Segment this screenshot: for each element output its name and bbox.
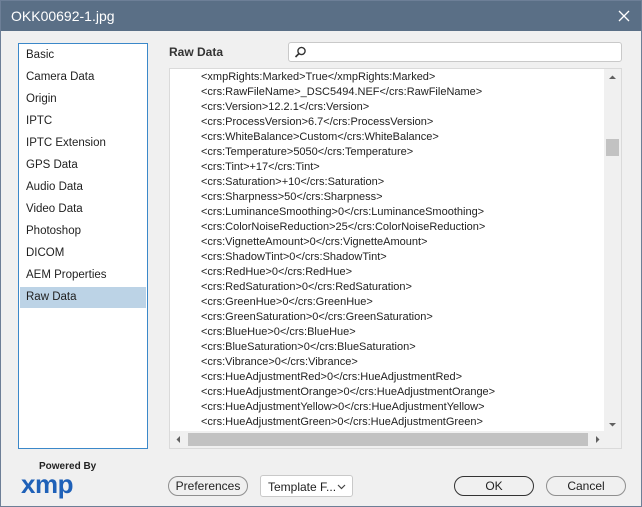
dialog-window: OKK00692-1.jpg Basic Camera Data Origin IPT… xyxy=(0,0,642,507)
raw-data-line: <crs:WhiteBalance>Custom</crs:WhiteBalan… xyxy=(201,131,439,143)
sidebar-item-video-data[interactable]: Video Data xyxy=(20,199,146,220)
raw-data-view[interactable]: <xmpRights:Marked>True</xmpRights:Marked… xyxy=(169,68,622,449)
preferences-button[interactable]: Preferences xyxy=(168,476,248,496)
scroll-left-icon xyxy=(176,436,180,443)
raw-data-line: <crs:RedHue>0</crs:RedHue> xyxy=(201,266,353,278)
ok-button[interactable]: OK xyxy=(454,476,534,496)
close-icon xyxy=(618,10,630,22)
raw-data-line: <crs:HueAdjustmentYellow>0</crs:HueAdjus… xyxy=(201,401,485,413)
raw-data-line: <crs:Version>12.2.1</crs:Version> xyxy=(201,101,370,113)
horizontal-scroll-thumb[interactable] xyxy=(188,433,588,446)
raw-data-line: <crs:RawFileName>_DSC5494.NEF</crs:RawFi… xyxy=(201,86,483,98)
raw-data-line: <crs:Vibrance>0</crs:Vibrance> xyxy=(201,356,358,368)
raw-data-line: <crs:Saturation>+10</crs:Saturation> xyxy=(201,176,385,188)
cancel-button[interactable]: Cancel xyxy=(546,476,626,496)
horizontal-scrollbar[interactable] xyxy=(170,431,606,448)
raw-data-line: <crs:ShadowTint>0</crs:ShadowTint> xyxy=(201,251,387,263)
xmp-logo: Powered By xmp xyxy=(21,461,96,499)
raw-data-line: <crs:HueAdjustmentGreen>0</crs:HueAdjust… xyxy=(201,416,483,428)
search-input[interactable] xyxy=(311,44,616,60)
raw-data-line: <crs:ColorNoiseReduction>25</crs:ColorNo… xyxy=(201,221,486,233)
sidebar-item-iptc[interactable]: IPTC xyxy=(20,111,146,132)
raw-data-line: <crs:ProcessVersion>6.7</crs:ProcessVers… xyxy=(201,116,434,128)
raw-data-line: <crs:LuminanceSmoothing>0</crs:Luminance… xyxy=(201,206,485,218)
sidebar-item-iptc-extension[interactable]: IPTC Extension xyxy=(20,133,146,154)
chevron-down-icon xyxy=(337,484,346,490)
sidebar-item-dicom[interactable]: DICOM xyxy=(20,243,146,264)
scroll-up-button[interactable] xyxy=(604,69,621,86)
sidebar-item-camera-data[interactable]: Camera Data xyxy=(20,67,146,88)
raw-data-line: <crs:HueAdjustmentRed>0</crs:HueAdjustme… xyxy=(201,371,463,383)
logo-xmp-text: xmp xyxy=(21,469,73,499)
section-label: Raw Data xyxy=(169,45,224,59)
raw-data-line: <crs:Temperature>5050</crs:Temperature> xyxy=(201,146,414,158)
sidebar-item-audio-data[interactable]: Audio Data xyxy=(20,177,146,198)
vertical-scrollbar[interactable] xyxy=(604,69,621,433)
scrollbar-corner xyxy=(604,431,621,448)
sidebar-item-basic[interactable]: Basic xyxy=(20,45,146,66)
raw-data-line: <crs:Sharpness>50</crs:Sharpness> xyxy=(201,191,383,203)
raw-data-line: <crs:VignetteAmount>0</crs:VignetteAmoun… xyxy=(201,236,428,248)
sidebar-item-photoshop[interactable]: Photoshop xyxy=(20,221,146,242)
scroll-left-button[interactable] xyxy=(170,431,187,448)
category-list: Basic Camera Data Origin IPTC IPTC Extension… xyxy=(18,43,148,449)
raw-data-lines: <xmpRights:Marked>True</xmpRights:Marked… xyxy=(201,70,603,430)
template-select-value: Template F... xyxy=(268,480,337,494)
sidebar-item-raw-data[interactable]: Raw Data xyxy=(20,287,146,308)
raw-data-line: <crs:GreenHue>0</crs:GreenHue> xyxy=(201,296,373,308)
window-title: OKK00692-1.jpg xyxy=(11,8,115,24)
sidebar-item-gps-data[interactable]: GPS Data xyxy=(20,155,146,176)
sidebar-item-aem-properties[interactable]: AEM Properties xyxy=(20,265,146,286)
raw-data-line: <crs:HueAdjustmentOrange>0</crs:HueAdjus… xyxy=(201,386,496,398)
title-bar[interactable]: OKK00692-1.jpg xyxy=(1,1,641,31)
search-box[interactable] xyxy=(288,42,622,62)
close-button[interactable] xyxy=(607,1,641,31)
raw-data-line: <crs:RedSaturation>0</crs:RedSaturation> xyxy=(201,281,412,293)
scroll-up-icon xyxy=(609,75,616,79)
raw-data-line: <xmpRights:Marked>True</xmpRights:Marked… xyxy=(201,71,436,83)
template-select[interactable]: Template F... xyxy=(260,475,353,497)
raw-data-line: <crs:Tint>+17</crs:Tint> xyxy=(201,161,320,173)
vertical-scroll-thumb[interactable] xyxy=(606,139,619,156)
raw-data-line: <crs:BlueHue>0</crs:BlueHue> xyxy=(201,326,356,338)
raw-data-line: <crs:BlueSaturation>0</crs:BlueSaturatio… xyxy=(201,341,416,353)
search-icon xyxy=(294,46,306,58)
sidebar-item-origin[interactable]: Origin xyxy=(20,89,146,110)
raw-data-line: <crs:GreenSaturation>0</crs:GreenSaturat… xyxy=(201,311,433,323)
